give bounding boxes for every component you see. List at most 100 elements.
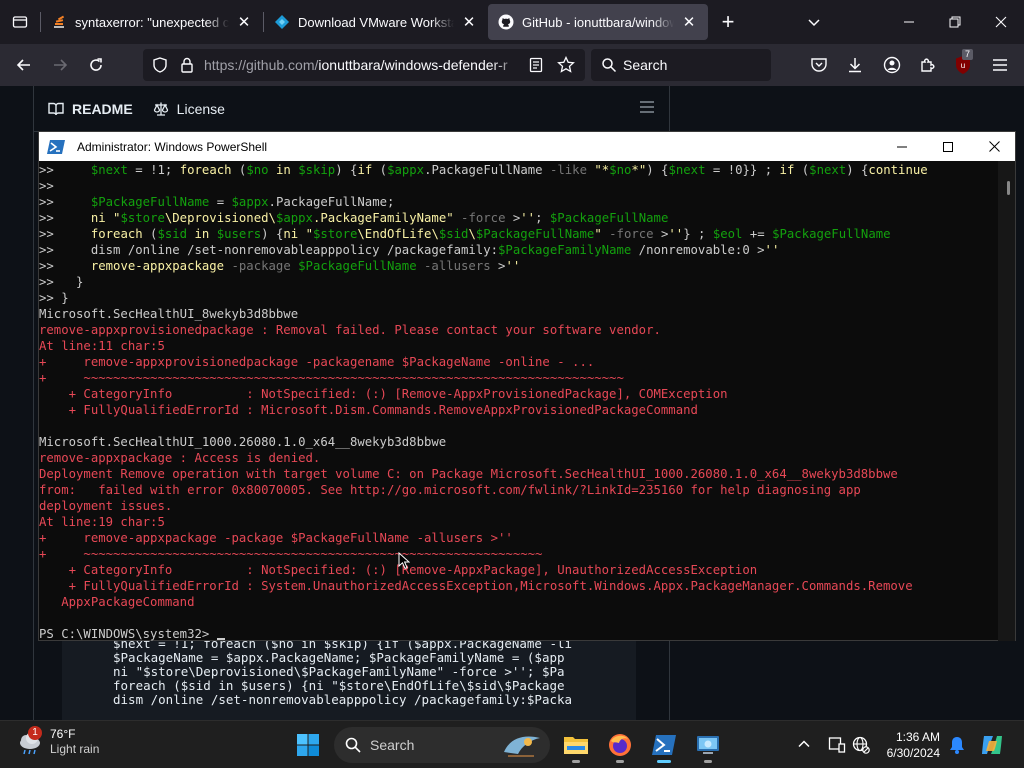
console-text: >> — [39, 211, 91, 225]
show-hidden-icons-chevron-icon[interactable] — [797, 737, 811, 756]
console-line: >> } — [39, 274, 83, 290]
tracking-shield-icon[interactable] — [152, 57, 168, 73]
browser-search-box[interactable]: Search — [591, 49, 771, 81]
taskbar-search-box[interactable]: Search — [334, 727, 550, 763]
powershell-minimize-icon[interactable] — [879, 132, 925, 161]
console-text: $next — [668, 163, 706, 177]
powershell-console-output[interactable]: >> $next = !1; foreach ($no in $skip) {i… — [39, 161, 999, 641]
firefox-view-icon[interactable] — [0, 0, 40, 44]
tab-favicon-icon — [51, 14, 67, 30]
padlock-icon[interactable] — [180, 57, 194, 73]
notification-bell-icon[interactable] — [948, 735, 966, 760]
tab-license[interactable]: License — [153, 86, 225, 132]
tab-syntaxerror[interactable]: syntaxerror: "unexpected chara ✕ — [41, 4, 263, 40]
powershell-close-icon[interactable] — [971, 132, 1017, 161]
console-text: ) { — [335, 163, 358, 177]
list-all-tabs-chevron-icon[interactable] — [794, 4, 834, 40]
start-button[interactable] — [290, 727, 326, 763]
running-indicator — [616, 760, 624, 763]
extensions-puzzle-icon[interactable] — [917, 54, 939, 76]
copilot-icon[interactable] — [979, 732, 1005, 763]
console-line: + FullyQualifiedErrorId : Microsoft.Dism… — [39, 402, 698, 418]
powershell-scrollbar[interactable] — [998, 161, 1015, 641]
account-icon[interactable] — [881, 54, 903, 76]
weather-alert-badge: 1 — [28, 726, 42, 740]
console-text: ) { — [646, 163, 669, 177]
taskbar-powershell[interactable] — [646, 727, 682, 763]
console-text: continue — [868, 163, 928, 177]
tab-readme[interactable]: README — [48, 86, 133, 132]
reader-view-icon[interactable] — [529, 57, 545, 73]
console-line: >> remove-appxpackage -package $PackageF… — [39, 258, 520, 274]
console-text: $PackageFullName — [475, 227, 595, 241]
system-clock[interactable]: 1:36 AM 6/30/2024 — [870, 729, 940, 761]
console-text: >> — [39, 259, 91, 273]
reload-icon[interactable] — [78, 49, 114, 81]
new-tab-plus-icon[interactable]: + — [708, 4, 748, 40]
console-text: -force — [609, 227, 654, 241]
network-globe-icon[interactable] — [852, 736, 870, 759]
forward-arrow-icon[interactable] — [42, 49, 78, 81]
taskbar-remote-desktop[interactable] — [690, 727, 726, 763]
powershell-title-bar[interactable]: Administrator: Windows PowerShell — [39, 132, 1015, 161]
console-text: "* — [586, 163, 610, 177]
console-text: At line:19 char:5 — [39, 515, 165, 529]
powershell-icon — [47, 139, 65, 154]
weather-widget[interactable]: 1 76°F Light rain — [16, 726, 100, 757]
running-indicator — [657, 760, 671, 763]
console-text: \EndOfLife\ — [357, 227, 439, 241]
console-text: -allusers — [416, 259, 491, 273]
console-text: $store — [312, 227, 358, 241]
url-text[interactable]: https://github.com/ionuttbara/windows-de… — [204, 57, 523, 73]
tab-close-icon[interactable]: ✕ — [680, 13, 698, 31]
console-text: $no — [609, 163, 632, 177]
console-text: " — [446, 211, 462, 225]
console-text: " — [594, 227, 610, 241]
console-text: *" — [631, 163, 647, 177]
url-bar[interactable]: https://github.com/ionuttbara/windows-de… — [143, 49, 585, 81]
console-text: '' — [505, 259, 521, 273]
tray-device-icon[interactable] — [828, 736, 846, 759]
console-line: Microsoft.SecHealthUI_1000.26080.1.0_x64… — [39, 434, 446, 450]
browser-minimize-icon[interactable] — [886, 0, 932, 44]
console-text: /nonremovable:0 > — [631, 243, 765, 257]
tab-github[interactable]: GitHub - ionuttbara/windows-d ✕ — [488, 4, 708, 40]
scrollbar-thumb[interactable] — [1007, 181, 1010, 195]
tab-close-icon[interactable]: ✕ — [460, 13, 478, 31]
console-line: deployment issues. — [39, 498, 172, 514]
browser-tab-strip: syntaxerror: "unexpected chara ✕ Downloa… — [0, 0, 1024, 44]
console-text: $PackageFullName — [772, 227, 891, 241]
outline-list-icon[interactable] — [639, 100, 655, 119]
weather-description: Light rain — [50, 742, 100, 756]
console-text: ) { — [846, 163, 869, 177]
console-text: $PackageFamilyName — [498, 243, 632, 257]
app-menu-icon[interactable] — [989, 54, 1011, 76]
browser-restore-icon[interactable] — [932, 0, 978, 44]
browser-close-icon[interactable] — [978, 0, 1024, 44]
law-scale-icon — [153, 102, 168, 116]
console-text: '' — [668, 227, 684, 241]
console-text: At line:11 char:5 — [39, 339, 165, 353]
windows-taskbar: 1 76°F Light rain Search 1:36 AM 6/30/20… — [0, 720, 1024, 768]
powershell-window[interactable]: Administrator: Windows PowerShell >> $ne… — [38, 131, 1016, 641]
console-text: if — [779, 163, 795, 177]
remote-desktop-icon — [697, 736, 719, 754]
console-text: Microsoft.SecHealthUI_1000.26080.1.0_x64… — [39, 435, 447, 449]
taskbar-firefox[interactable] — [602, 727, 638, 763]
svg-text:u: u — [961, 61, 965, 70]
tab-close-icon[interactable]: ✕ — [235, 13, 253, 31]
powershell-maximize-icon[interactable] — [925, 132, 971, 161]
console-text: $appx — [275, 211, 313, 225]
console-text: deployment issues. — [39, 499, 173, 513]
pocket-icon[interactable] — [808, 54, 830, 76]
console-text: + CategoryInfo : NotSpecified: (:) [Remo… — [39, 387, 728, 401]
tab-title: GitHub - ionuttbara/windows-d — [522, 14, 674, 30]
taskbar-file-explorer[interactable] — [558, 727, 594, 763]
downloads-icon[interactable] — [844, 54, 866, 76]
back-arrow-icon[interactable] — [6, 49, 42, 81]
bookmark-star-icon[interactable] — [557, 56, 575, 74]
tab-title: Download VMware Workstation — [298, 14, 454, 30]
tab-vmware[interactable]: Download VMware Workstation ✕ — [264, 4, 488, 40]
console-text: $sid — [157, 227, 188, 241]
ublock-origin-icon[interactable]: u 7 — [952, 49, 974, 76]
